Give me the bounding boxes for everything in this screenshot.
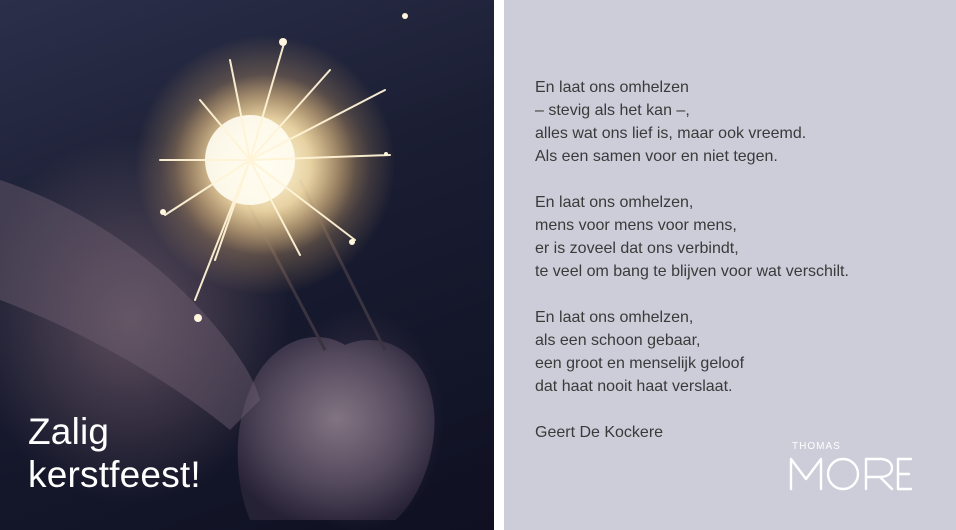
poem-line: als een schoon gebaar, <box>535 332 701 349</box>
divider <box>494 0 504 530</box>
poem-line: een groot en menselijk geloof <box>535 355 745 372</box>
sparkler-photo: Zalig kerstfeest! <box>0 0 494 530</box>
greeting-line-2: kerstfeest! <box>28 454 201 495</box>
poem-panel: En laat ons omhelzen – stevig als het ka… <box>504 0 956 530</box>
poem-line: En laat ons omhelzen, <box>535 194 694 211</box>
poem-stanza-3: En laat ons omhelzen, als een schoon geb… <box>535 306 849 398</box>
thomas-more-logo: THOMAS <box>788 441 918 493</box>
greeting-title: Zalig kerstfeest! <box>28 410 201 496</box>
poem-line: alles wat ons lief is, maar ook vreemd. <box>535 125 807 142</box>
poem-line: En laat ons omhelzen, <box>535 309 694 326</box>
poem-line: dat haat nooit haat verslaat. <box>535 378 733 395</box>
logo-more-wordmark <box>789 457 913 491</box>
poem-line: Als een samen voor en niet tegen. <box>535 148 778 165</box>
logo-small-text: THOMAS <box>792 441 841 452</box>
poem-stanza-1: En laat ons omhelzen – stevig als het ka… <box>535 76 849 168</box>
poem-line: mens voor mens voor mens, <box>535 217 737 234</box>
poem-line: En laat ons omhelzen <box>535 79 689 96</box>
poem-stanza-2: En laat ons omhelzen, mens voor mens voo… <box>535 191 849 283</box>
greeting-line-1: Zalig <box>28 411 110 452</box>
poem-line: er is zoveel dat ons verbindt, <box>535 240 739 257</box>
poem: En laat ons omhelzen – stevig als het ka… <box>535 76 849 444</box>
hands-shape <box>237 337 435 520</box>
poem-line: te veel om bang te blijven voor wat vers… <box>535 263 849 280</box>
poem-line: – stevig als het kan –, <box>535 102 690 119</box>
